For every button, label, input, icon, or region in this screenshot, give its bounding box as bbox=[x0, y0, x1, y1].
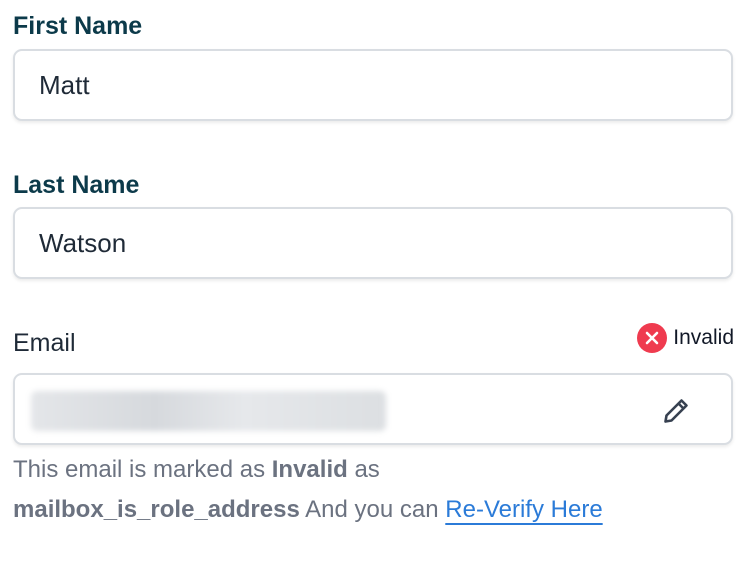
last-name-label: Last Name bbox=[13, 171, 140, 199]
help-text-part: And you can bbox=[299, 496, 446, 523]
first-name-input[interactable] bbox=[39, 51, 639, 119]
help-text-part: as bbox=[347, 456, 380, 483]
email-status-badge: Invalid bbox=[637, 323, 734, 353]
help-text-part: This email is marked as bbox=[13, 456, 272, 483]
email-field-box[interactable] bbox=[13, 373, 733, 445]
email-help-text: This email is marked as Invalid as mailb… bbox=[13, 450, 733, 530]
email-label: Email bbox=[13, 329, 76, 357]
pencil-icon[interactable] bbox=[661, 396, 691, 426]
contact-form: First Name Last Name Email Invalid This … bbox=[0, 0, 752, 570]
close-circle-icon bbox=[637, 323, 668, 353]
first-name-label: First Name bbox=[13, 12, 143, 40]
help-status-word: Invalid bbox=[271, 456, 348, 483]
email-input-redacted[interactable] bbox=[31, 391, 386, 431]
re-verify-link[interactable]: Re-Verify Here bbox=[445, 496, 602, 523]
email-status-text: Invalid bbox=[673, 326, 734, 349]
first-name-field-box bbox=[13, 49, 733, 121]
last-name-input[interactable] bbox=[39, 209, 639, 277]
help-reason: mailbox_is_role_address bbox=[13, 496, 300, 523]
last-name-field-box bbox=[13, 207, 733, 279]
